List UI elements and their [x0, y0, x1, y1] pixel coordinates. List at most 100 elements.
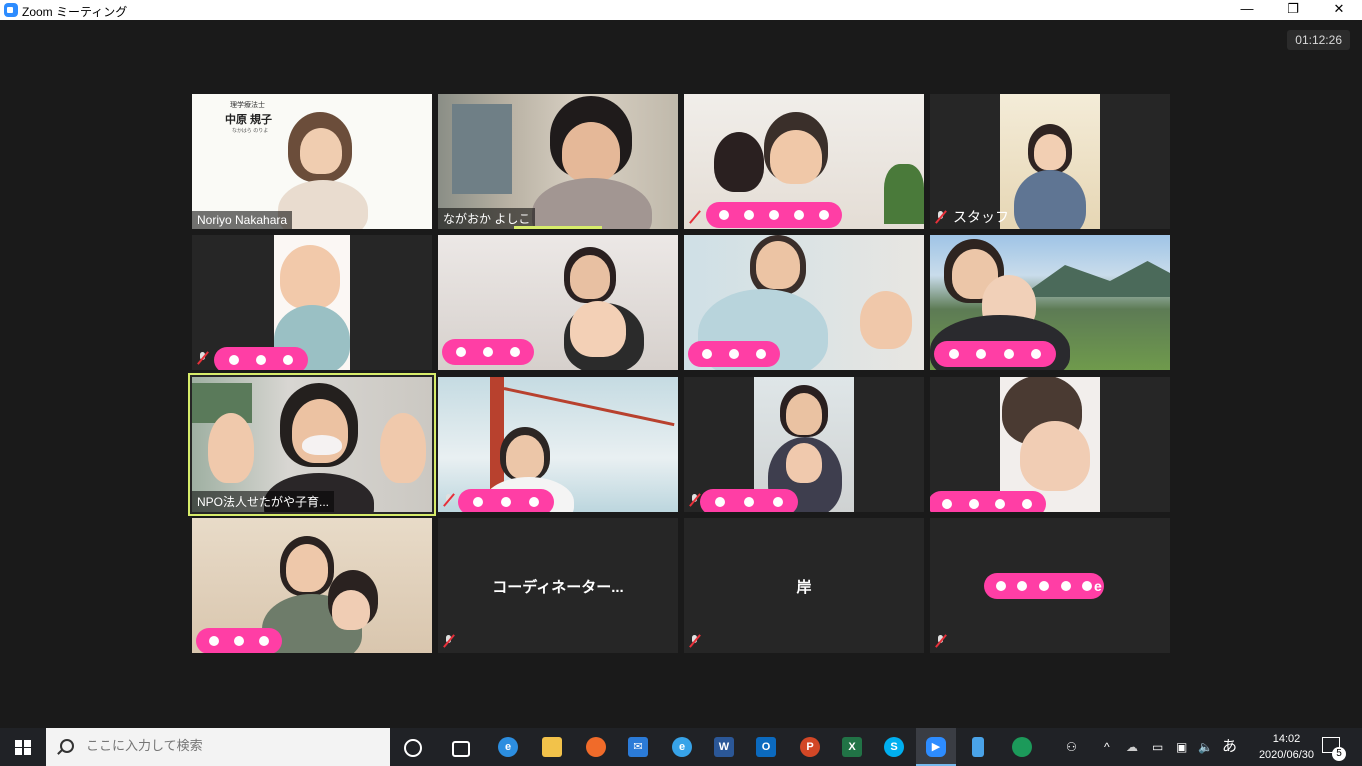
person-body — [532, 178, 652, 229]
participant-tile-no-video[interactable]: コーディネーター... — [438, 518, 678, 653]
baby-face — [280, 245, 340, 309]
participant-tile[interactable] — [684, 377, 924, 512]
name-redaction — [458, 489, 554, 512]
participant-name: コーディネーター... — [492, 579, 624, 596]
minimize-button[interactable]: — — [1224, 0, 1270, 20]
window-titlebar: Zoom ミーティング — ❐ ✕ — [0, 0, 1362, 20]
name-redaction — [214, 347, 308, 370]
plant-shape — [884, 164, 924, 224]
participant-tile-no-video[interactable]: 岸 — [684, 518, 924, 653]
restore-button[interactable]: ❐ — [1270, 0, 1316, 20]
participant-tile[interactable] — [438, 235, 678, 370]
person-face — [570, 255, 610, 299]
ie-icon[interactable]: e — [672, 737, 692, 757]
task-view-icon[interactable] — [452, 741, 470, 757]
participant-video: 理学療法士 中原 規子 なかはら のりよ — [192, 94, 432, 229]
taskbar-clock[interactable]: 14:02 2020/06/30 — [1259, 731, 1314, 763]
bridge-cable-shape — [503, 387, 675, 427]
file-explorer-icon[interactable] — [542, 737, 562, 757]
overlay-title: 理学療法士 — [230, 102, 265, 109]
overlay-name: 中原 規子 — [225, 114, 273, 126]
participant-tile[interactable] — [684, 235, 924, 370]
person-face — [300, 128, 342, 174]
avast-icon[interactable] — [586, 737, 606, 757]
meeting-timer: 01:12:26 — [1287, 30, 1350, 50]
participant-tile[interactable] — [438, 377, 678, 512]
mail-icon[interactable]: ✉ — [628, 737, 648, 757]
participant-tile-active-speaker[interactable]: NPO法人せたがや子育... — [188, 373, 436, 516]
window-shape — [452, 104, 512, 194]
baby-face — [1020, 421, 1090, 491]
ime-indicator[interactable]: あ — [1222, 728, 1237, 766]
windows-taskbar: e ✉ e W O P X S ▶ ⚇ ^ ☁ ▭ ▣ 🔈 あ 14:02 20… — [0, 728, 1362, 766]
overlay-reading: なかはら のりよ — [232, 128, 269, 134]
cortana-icon[interactable] — [404, 739, 422, 757]
name-redaction — [688, 341, 780, 367]
participant-tile[interactable]: 理学療法士 中原 規子 なかはら のりよ Noriyo Nakahara — [192, 94, 432, 229]
mic-muted-icon — [935, 635, 947, 647]
zoom-app-icon — [4, 3, 18, 17]
mic-muted-icon — [689, 635, 701, 647]
participant-tile[interactable] — [192, 518, 432, 653]
baby-face — [860, 291, 912, 349]
participant-video — [1000, 94, 1100, 229]
participant-name: NPO法人せたがや子育... — [192, 491, 335, 512]
participant-tile[interactable] — [684, 94, 924, 229]
person-face — [756, 241, 800, 289]
name-redaction — [930, 491, 1046, 512]
meet-icon[interactable] — [1012, 737, 1032, 757]
participant-name-suffix: e — [1094, 578, 1102, 594]
name-redaction — [984, 573, 1104, 599]
baby-face — [770, 130, 822, 184]
phone-icon[interactable] — [972, 737, 984, 757]
audio-level-bar — [514, 226, 602, 229]
cloud-error-icon[interactable]: ☁ — [1126, 728, 1138, 766]
clock-date: 2020/06/30 — [1258, 749, 1314, 761]
window-title: Zoom ミーティング — [22, 5, 128, 19]
participant-tile[interactable] — [930, 235, 1170, 370]
skype-icon[interactable]: S — [884, 737, 904, 757]
participant-name: Noriyo Nakahara — [192, 211, 293, 229]
person-shape — [714, 132, 764, 192]
hand-right — [380, 413, 426, 483]
person-body — [1014, 170, 1086, 229]
name-redaction — [196, 628, 282, 653]
participant-tile-no-video[interactable]: e — [930, 518, 1170, 653]
people-icon[interactable]: ⚇ — [1066, 728, 1077, 766]
name-redaction — [700, 489, 798, 512]
excel-icon[interactable]: X — [842, 737, 862, 757]
participant-name: 岸 — [796, 579, 812, 596]
start-button[interactable] — [0, 728, 46, 766]
participant-name: スタッフ — [953, 209, 1009, 225]
person-face — [286, 544, 328, 592]
notification-count-badge: 5 — [1332, 747, 1346, 761]
word-icon[interactable]: W — [714, 737, 734, 757]
baby-face — [570, 301, 626, 357]
name-redaction — [442, 339, 534, 365]
volume-icon[interactable]: 🔈 — [1198, 728, 1213, 766]
hand-left — [208, 413, 254, 483]
battery-icon[interactable]: ▭ — [1152, 728, 1163, 766]
outlook-icon[interactable]: O — [756, 737, 776, 757]
name-redaction — [934, 341, 1056, 367]
powerpoint-icon[interactable]: P — [800, 737, 820, 757]
tray-chevron-icon[interactable]: ^ — [1104, 728, 1110, 766]
mask-shape — [302, 435, 342, 455]
participant-tile[interactable] — [930, 377, 1170, 512]
zoom-icon[interactable]: ▶ — [926, 737, 946, 757]
mic-muted-icon — [935, 211, 947, 223]
network-icon[interactable]: ▣ — [1176, 728, 1187, 766]
clock-time: 14:02 — [1272, 733, 1301, 745]
person-face — [1034, 134, 1066, 170]
participant-tile[interactable]: ながおか よしこ — [438, 94, 678, 229]
taskbar-search[interactable] — [46, 728, 390, 766]
close-button[interactable]: ✕ — [1316, 0, 1362, 20]
mountain-shape — [1020, 261, 1170, 297]
baby-face — [786, 443, 822, 483]
participant-tile[interactable] — [192, 235, 432, 370]
participant-tile[interactable]: スタッフ — [930, 94, 1170, 229]
person-face — [562, 122, 620, 182]
search-input[interactable] — [84, 737, 378, 754]
name-redaction — [706, 202, 842, 228]
edge-icon[interactable]: e — [498, 737, 518, 757]
